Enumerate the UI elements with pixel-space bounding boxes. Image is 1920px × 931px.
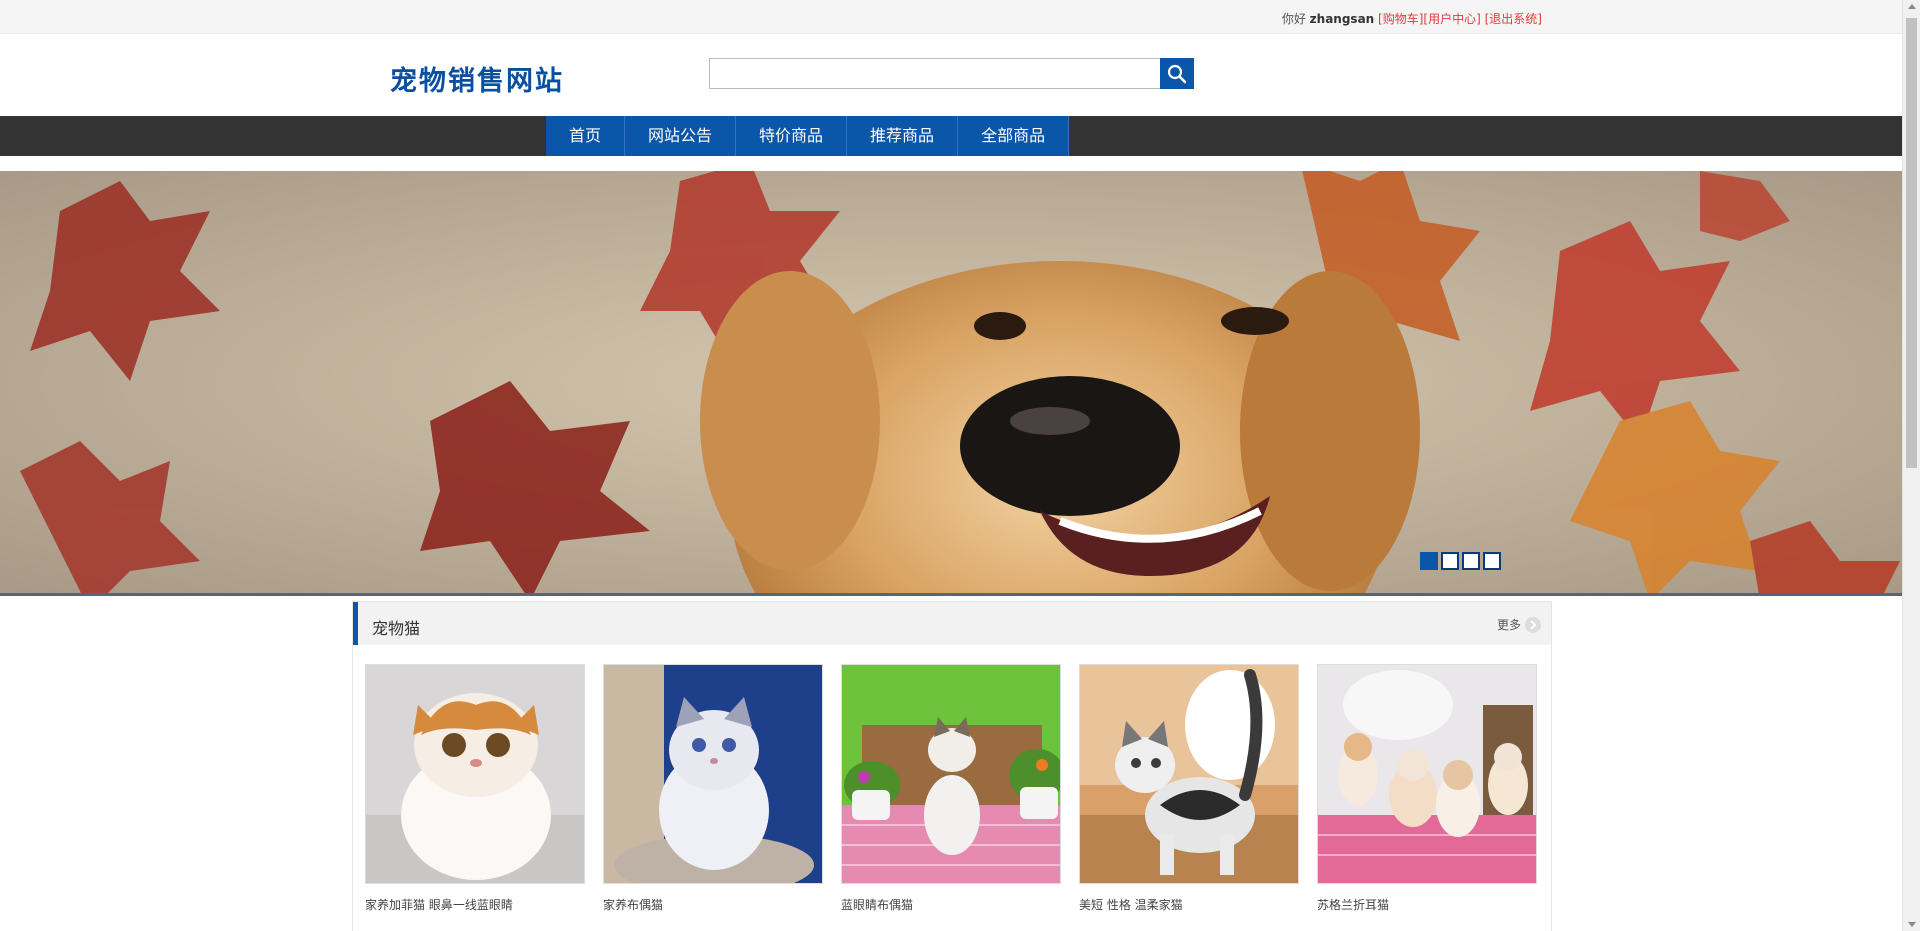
search-box bbox=[709, 58, 1161, 89]
product-name[interactable]: 家养布偶猫 bbox=[603, 896, 823, 913]
chevron-right-icon bbox=[1525, 616, 1541, 633]
more-link[interactable]: 更多 bbox=[1497, 616, 1541, 633]
product-image[interactable] bbox=[603, 664, 823, 884]
nav-special-offers[interactable]: 特价商品 bbox=[736, 116, 848, 156]
banner-dot-4[interactable] bbox=[1483, 552, 1501, 570]
cart-link[interactable]: [购物车] bbox=[1378, 12, 1423, 26]
scroll-up-icon[interactable] bbox=[1908, 4, 1916, 9]
top-bar: 你好 zhangsan [购物车][用户中心] [退出系统] bbox=[0, 0, 1902, 34]
section-header: 宠物猫 更多 bbox=[353, 602, 1551, 645]
product-name[interactable]: 美短 性格 温柔家猫 bbox=[1079, 896, 1299, 913]
product-name[interactable]: 蓝眼睛布偶猫 bbox=[841, 896, 1061, 913]
product-card[interactable]: 美短 性格 温柔家猫 bbox=[1079, 664, 1299, 913]
nav-recommended[interactable]: 推荐商品 bbox=[847, 116, 959, 156]
site-logo[interactable]: 宠物销售网站 bbox=[390, 59, 564, 98]
nav-announcements[interactable]: 网站公告 bbox=[625, 116, 737, 156]
user-links: 你好 zhangsan [购物车][用户中心] [退出系统] bbox=[1282, 10, 1542, 27]
page-scrollbar[interactable] bbox=[1902, 0, 1920, 931]
main-nav: 首页 网站公告 特价商品 推荐商品 全部商品 bbox=[0, 116, 1902, 156]
section-title: 宠物猫 bbox=[372, 619, 421, 638]
product-image[interactable] bbox=[1079, 664, 1299, 884]
banner-dot-1[interactable] bbox=[1420, 552, 1438, 570]
banner-pagination bbox=[1420, 552, 1501, 570]
product-card[interactable]: 家养加菲猫 眼鼻一线蓝眼睛 bbox=[365, 664, 585, 913]
logout-link[interactable]: [退出系统] bbox=[1485, 12, 1542, 26]
product-card[interactable]: 蓝眼睛布偶猫 bbox=[841, 664, 1061, 913]
search-input[interactable] bbox=[710, 59, 1160, 88]
scroll-down-icon[interactable] bbox=[1908, 922, 1916, 927]
banner-divider bbox=[0, 593, 1902, 596]
product-image[interactable] bbox=[1317, 664, 1537, 884]
username: zhangsan bbox=[1309, 12, 1375, 26]
product-image[interactable] bbox=[365, 664, 585, 884]
product-list: 家养加菲猫 眼鼻一线蓝眼睛 家养布偶猫 蓝眼睛布偶猫 美短 性格 温柔家猫 苏格… bbox=[365, 664, 1537, 913]
search-button[interactable] bbox=[1160, 58, 1194, 89]
user-center-link[interactable]: [用户中心] bbox=[1423, 12, 1480, 26]
product-image[interactable] bbox=[841, 664, 1061, 884]
scroll-thumb[interactable] bbox=[1906, 18, 1917, 468]
more-label: 更多 bbox=[1496, 618, 1521, 632]
site-header: 宠物销售网站 bbox=[0, 34, 1902, 116]
banner-dot-2[interactable] bbox=[1441, 552, 1459, 570]
search-icon bbox=[1167, 64, 1187, 83]
product-card[interactable]: 家养布偶猫 bbox=[603, 664, 823, 913]
product-name[interactable]: 家养加菲猫 眼鼻一线蓝眼睛 bbox=[365, 896, 585, 913]
cats-section: 宠物猫 更多 家养加菲猫 眼鼻一线蓝眼睛 家养布偶猫 蓝眼睛布偶猫 美短 性格 … bbox=[352, 601, 1552, 931]
banner-dot-3[interactable] bbox=[1462, 552, 1480, 570]
nav-home[interactable]: 首页 bbox=[546, 116, 626, 156]
product-card[interactable]: 苏格兰折耳猫 bbox=[1317, 664, 1537, 913]
nav-all-products[interactable]: 全部商品 bbox=[958, 116, 1070, 156]
product-name[interactable]: 苏格兰折耳猫 bbox=[1317, 896, 1537, 913]
greeting-text: 你好 bbox=[1281, 12, 1306, 26]
banner-dog-image bbox=[0, 171, 1902, 593]
hero-banner[interactable] bbox=[0, 171, 1902, 593]
